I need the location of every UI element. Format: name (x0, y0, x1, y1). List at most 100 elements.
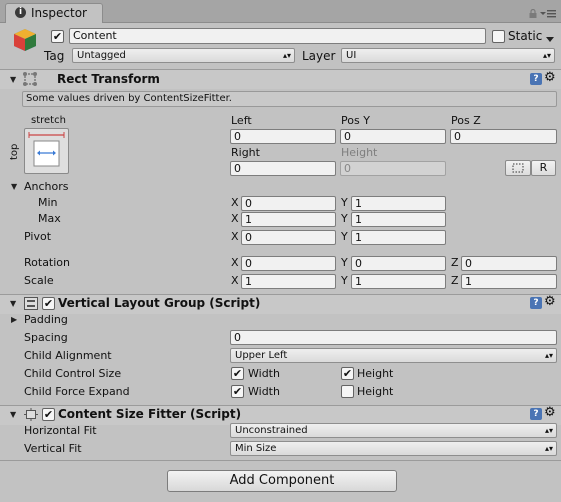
footer-divider (0, 460, 561, 461)
pivot-x-field[interactable]: 0 (241, 230, 336, 245)
padding-foldout-icon[interactable]: ▶ (11, 314, 17, 326)
scale-z-field[interactable]: 1 (461, 274, 557, 289)
left-label: Left (231, 114, 252, 127)
collapse-triangle-icon[interactable]: ▼ (10, 409, 16, 421)
chevron-icon: ▴▾ (542, 51, 551, 60)
pivot-y-field[interactable]: 1 (351, 230, 446, 245)
inspector-tab[interactable]: i Inspector (5, 3, 103, 23)
vertical-fit-label: Vertical Fit (24, 442, 82, 455)
csf-title: Content Size Fitter (Script) (58, 407, 242, 421)
anchor-min-label: Min (38, 196, 58, 209)
tag-label: Tag (44, 49, 65, 63)
collapse-triangle-icon[interactable]: ▼ (10, 74, 16, 86)
info-icon: i (15, 7, 26, 18)
rect-transform-title: Rect Transform (57, 72, 160, 86)
vertical-fit-value: Min Size (235, 443, 277, 454)
vlg-title: Vertical Layout Group (Script) (58, 296, 261, 310)
pivot-label: Pivot (24, 230, 52, 243)
anchor-max-x-field[interactable]: 1 (241, 212, 336, 227)
control-height-label: Height (357, 367, 394, 380)
height-label: Height (341, 146, 378, 159)
expand-height-checkbox[interactable] (341, 385, 354, 398)
scale-y-axis: Y (341, 274, 348, 287)
active-checkbox[interactable]: ✔ (51, 30, 64, 43)
posz-label: Pos Z (451, 114, 481, 127)
rot-y-axis: Y (341, 256, 348, 269)
gear-icon[interactable]: ⚙ (544, 406, 556, 420)
spacing-field[interactable]: 0 (230, 330, 557, 345)
scale-y-field[interactable]: 1 (351, 274, 446, 289)
control-height-checkbox[interactable]: ✔ (341, 367, 354, 380)
rect-transform-icon (22, 71, 38, 87)
tag-value: Untagged (77, 50, 126, 61)
blueprint-mode-button[interactable] (505, 160, 531, 176)
static-label: Static (508, 29, 543, 43)
expand-height-label: Height (357, 385, 394, 398)
pivot-x-axis: X (231, 230, 239, 243)
scale-x-axis: X (231, 274, 239, 287)
expand-width-checkbox[interactable]: ✔ (231, 385, 244, 398)
horizontal-fit-label: Horizontal Fit (24, 424, 97, 437)
tab-title: Inspector (31, 6, 87, 20)
help-icon[interactable]: ? (530, 408, 542, 420)
anchor-max-y-field[interactable]: 1 (351, 212, 446, 227)
help-icon[interactable]: ? (530, 73, 542, 85)
layer-dropdown[interactable]: UI ▴▾ (341, 48, 555, 63)
posy-field[interactable]: 0 (340, 129, 446, 144)
child-alignment-dropdown[interactable]: Upper Left ▴▾ (230, 348, 557, 363)
vertical-fit-dropdown[interactable]: Min Size ▴▾ (230, 441, 557, 456)
anchors-foldout-icon[interactable]: ▼ (11, 181, 17, 193)
csf-enabled-checkbox[interactable]: ✔ (42, 408, 55, 421)
scale-label: Scale (24, 274, 54, 287)
help-icon[interactable]: ? (530, 297, 542, 309)
force-expand-label: Child Force Expand (24, 385, 130, 398)
left-field[interactable]: 0 (230, 129, 336, 144)
control-width-label: Width (248, 367, 280, 380)
rotation-z-field[interactable]: 0 (461, 256, 557, 271)
vlg-enabled-checkbox[interactable]: ✔ (42, 297, 55, 310)
right-field[interactable]: 0 (230, 161, 336, 176)
rot-x-axis: X (231, 256, 239, 269)
chevron-icon: ▴▾ (544, 351, 553, 360)
gear-icon[interactable]: ⚙ (544, 71, 556, 85)
anchor-min-x-field[interactable]: 0 (241, 196, 336, 211)
scale-x-field[interactable]: 1 (241, 274, 336, 289)
layer-label: Layer (302, 49, 336, 63)
gear-icon[interactable]: ⚙ (544, 295, 556, 309)
child-alignment-label: Child Alignment (24, 349, 112, 362)
rotation-y-field[interactable]: 0 (351, 256, 446, 271)
menu-icon[interactable] (540, 8, 556, 18)
max-x-axis: X (231, 212, 239, 225)
padding-label: Padding (24, 313, 68, 326)
anchor-preset-button[interactable] (24, 128, 69, 174)
object-name-field[interactable]: Content (69, 28, 486, 44)
scale-z-axis: Z (451, 274, 459, 287)
gameobject-icon (12, 27, 38, 53)
rotation-x-field[interactable]: 0 (241, 256, 336, 271)
height-field: 0 (340, 161, 446, 176)
anchors-label: Anchors (24, 180, 69, 193)
content-size-fitter-icon (24, 408, 38, 421)
lock-icon[interactable] (529, 8, 537, 18)
chevron-icon: ▴▾ (282, 51, 291, 60)
right-label: Right (231, 146, 260, 159)
control-width-checkbox[interactable]: ✔ (231, 367, 244, 380)
chevron-icon: ▴▾ (544, 426, 553, 435)
posz-field[interactable]: 0 (450, 129, 557, 144)
rotation-label: Rotation (24, 256, 71, 269)
static-checkbox[interactable] (492, 30, 505, 43)
raw-edit-button[interactable]: R (531, 160, 556, 176)
min-x-axis: X (231, 196, 239, 209)
static-dropdown-arrow-icon[interactable] (546, 33, 554, 42)
anchor-min-y-field[interactable]: 1 (351, 196, 446, 211)
anchor-v-label: top (9, 143, 20, 160)
horizontal-fit-value: Unconstrained (235, 425, 308, 436)
driven-info-box: Some values driven by ContentSizeFitter. (22, 91, 557, 107)
tag-dropdown[interactable]: Untagged ▴▾ (72, 48, 295, 63)
driven-info-text: Some values driven by ContentSizeFitter. (26, 93, 232, 104)
add-component-button[interactable]: Add Component (167, 470, 397, 492)
horizontal-fit-dropdown[interactable]: Unconstrained ▴▾ (230, 423, 557, 438)
posy-label: Pos Y (341, 114, 370, 127)
layout-group-icon (24, 297, 38, 310)
collapse-triangle-icon[interactable]: ▼ (10, 298, 16, 310)
